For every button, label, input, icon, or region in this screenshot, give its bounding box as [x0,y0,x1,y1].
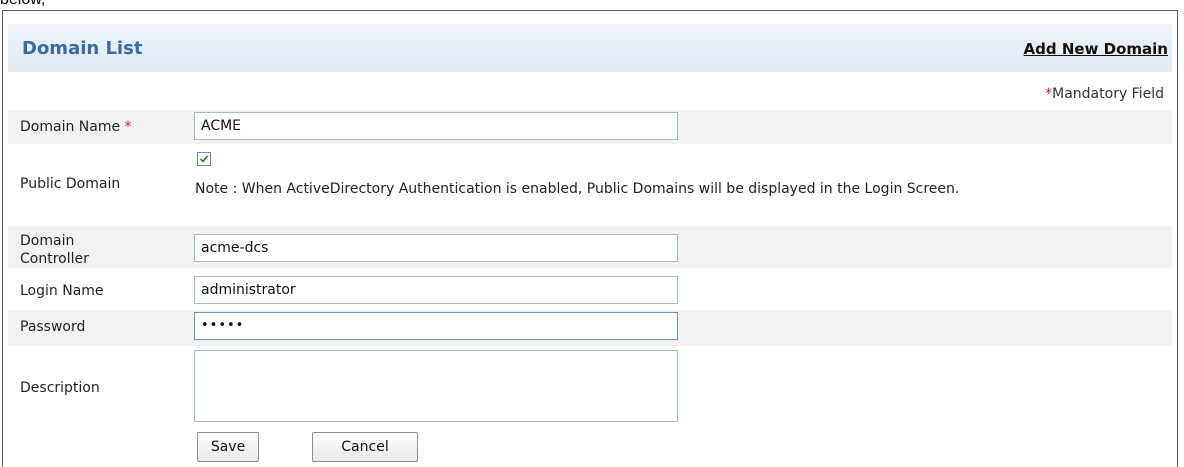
domain-name-input[interactable]: ACME [194,112,678,140]
domain-controller-row: Domain Controller acme-dcs [8,226,1172,268]
mandatory-field-text: Mandatory Field [1052,86,1164,102]
description-textarea[interactable] [194,350,678,422]
login-name-label: Login Name [20,283,104,299]
domain-controller-label: Domain Controller [20,233,89,267]
page-title: Domain List [22,38,143,59]
password-input[interactable]: ••••• [194,312,678,340]
password-row: Password ••••• [8,310,1172,346]
cancel-button[interactable]: Cancel [312,432,418,462]
domain-name-label: Domain Name * [20,119,132,135]
description-label: Description [20,380,100,396]
add-new-domain-link[interactable]: Add New Domain [1024,40,1168,58]
domain-name-required-star: * [124,119,132,135]
login-name-row: Login Name administrator [8,274,1172,308]
save-button[interactable]: Save [197,432,259,462]
mandatory-field-note: *Mandatory Field [1045,86,1164,102]
description-row: Description [8,348,1172,426]
domain-controller-input[interactable]: acme-dcs [194,234,678,262]
public-domain-checkbox[interactable] [197,152,211,166]
public-domain-note: Note : When ActiveDirectory Authenticati… [195,181,960,197]
checkmark-icon [199,155,209,163]
panel-header: Domain List Add New Domain [8,24,1172,72]
password-label: Password [20,319,86,335]
domain-name-row: Domain Name * ACME [8,110,1172,144]
caption-text: below, [0,0,45,8]
login-name-input[interactable]: administrator [194,276,678,304]
public-domain-label: Public Domain [20,176,121,192]
